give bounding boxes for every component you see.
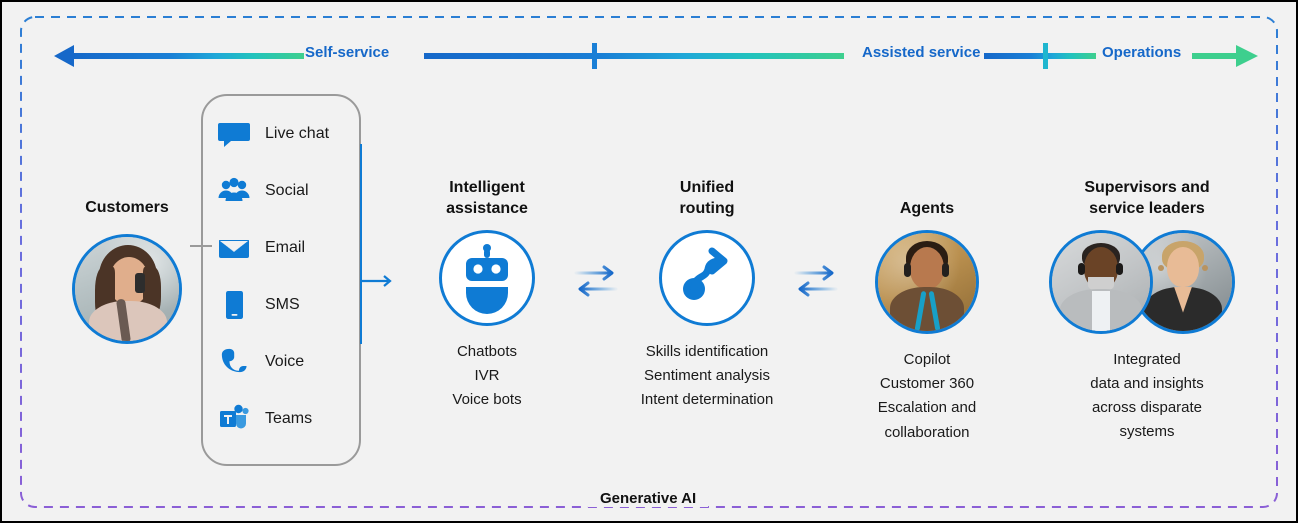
- generative-ai-label: Generative AI: [588, 490, 709, 507]
- spectrum-label-assisted-service: Assisted service: [862, 44, 981, 61]
- customer-photo: [72, 234, 182, 344]
- pillar-title: Unified routing: [679, 179, 735, 217]
- customers-title: Customers: [85, 199, 169, 216]
- channels-to-assistance-arrow: [360, 273, 400, 289]
- pillar-items: Skills identification Sentiment analysis…: [640, 342, 774, 409]
- channel-item-sms[interactable]: SMS: [217, 283, 367, 327]
- channel-label: Live chat: [265, 125, 330, 142]
- social-group-icon: [217, 174, 251, 208]
- routing-arrow-icon: [659, 229, 755, 326]
- chatbot-robot-icon: [439, 229, 535, 326]
- pillar-items: Copilot Customer 360 Escalation and coll…: [877, 350, 977, 441]
- channel-label: Email: [265, 239, 306, 256]
- bidirectional-exchange-icon: [572, 260, 624, 302]
- channel-label: SMS: [265, 296, 300, 313]
- channel-label: Teams: [265, 410, 313, 427]
- arrow-left-icon: [54, 45, 74, 67]
- pillar-intelligent-assistance: Intelligent assistance Chatbots IVR Voic…: [412, 178, 562, 412]
- pillar-supervisors: Supervisors and service leaders Integrat…: [1047, 178, 1247, 445]
- pillar-agents: Agents Copilot Customer 360 Escalation a…: [852, 199, 1002, 445]
- channel-item-social[interactable]: Social: [217, 169, 367, 213]
- channel-item-live-chat[interactable]: Live chat: [217, 112, 367, 156]
- diagram-canvas: Self-service Assisted service Operations…: [2, 2, 1296, 521]
- channel-label: Voice: [265, 353, 305, 370]
- voice-handset-icon: [217, 345, 251, 379]
- microsoft-teams-icon: [217, 402, 251, 436]
- channel-label: Social: [265, 182, 309, 199]
- sms-phone-icon: [217, 288, 251, 322]
- pillar-items: Chatbots IVR Voice bots: [452, 342, 522, 409]
- channels-output-line: [360, 144, 362, 344]
- supervisor-photo-1: [1049, 229, 1153, 334]
- pillar-title: Intelligent assistance: [446, 179, 528, 217]
- spectrum-label-operations: Operations: [1102, 44, 1182, 61]
- pillar-unified-routing: Unified routing Skills identification Se…: [622, 178, 792, 412]
- arrow-right-icon: [1236, 45, 1258, 67]
- agent-photo: [875, 229, 979, 334]
- channel-item-email[interactable]: Email: [217, 226, 367, 270]
- email-envelope-icon: [217, 231, 251, 265]
- service-spectrum-bar: [52, 40, 1260, 72]
- channel-item-teams[interactable]: Teams: [217, 397, 367, 441]
- pillar-items: Integrated data and insights across disp…: [1090, 350, 1204, 441]
- supervisor-photos: [1049, 229, 1245, 334]
- pillar-title: Agents: [899, 200, 955, 217]
- spectrum-label-self-service: Self-service: [305, 44, 390, 61]
- live-chat-icon: [217, 117, 251, 151]
- pillar-title: Supervisors and service leaders: [1084, 179, 1210, 217]
- channel-item-voice[interactable]: Voice: [217, 340, 367, 384]
- channels-list: Live chat Social Email SMS Voice Teams: [217, 106, 367, 454]
- bidirectional-exchange-icon: [792, 260, 844, 302]
